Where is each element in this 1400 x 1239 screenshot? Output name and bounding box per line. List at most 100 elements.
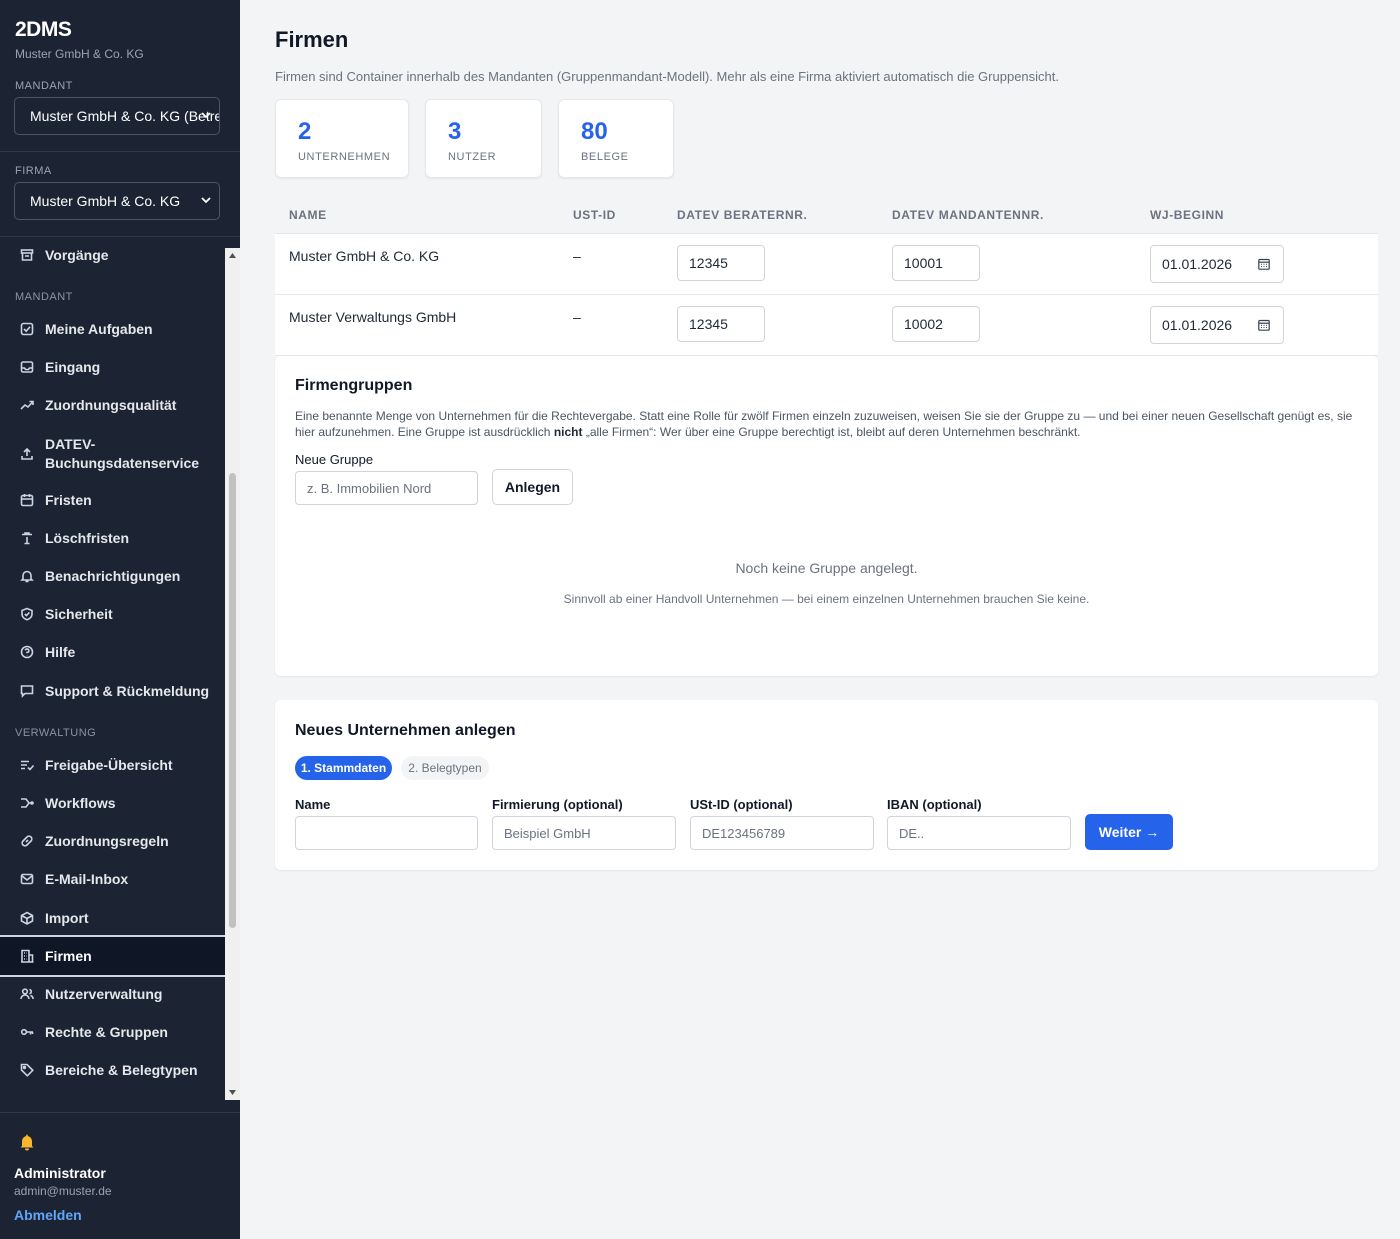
empty-state-title: Noch keine Gruppe angelegt.	[735, 560, 918, 576]
nav-scroll-area: Vorgänge MANDANT Meine Aufgaben Eingang …	[0, 238, 240, 1100]
input-value: 01.01.2026	[1162, 317, 1233, 333]
wj-beginn-date-input[interactable]: 01.01.2026	[1150, 245, 1284, 283]
stat-value: 2	[298, 118, 312, 145]
input-value: 10002	[904, 316, 943, 332]
nav-label: Workflows	[45, 795, 116, 811]
stat-label: NUTZER	[448, 151, 497, 163]
nav-label: Nutzerverwaltung	[45, 986, 163, 1002]
sidebar: 2DMS Muster GmbH & Co. KG MANDANT Muster…	[0, 0, 240, 1239]
nav-item-vorgaenge[interactable]: Vorgänge	[0, 244, 225, 266]
check-square-icon	[20, 322, 34, 336]
mandant-select[interactable]: Muster GmbH & Co. KG (Betre	[14, 97, 220, 135]
new-group-input[interactable]: z. B. Immobilien Nord	[295, 471, 478, 505]
stat-value: 3	[448, 118, 462, 145]
nav-label: Rechte & Gruppen	[45, 1024, 168, 1040]
step-belegtypen[interactable]: 2. Belegtypen	[401, 756, 489, 780]
nav-item-bereiche-belegtypen[interactable]: Bereiche & Belegtypen	[0, 1059, 225, 1081]
nav-label: Hilfe	[45, 644, 76, 660]
ust-id-input[interactable]: DE123456789	[690, 816, 874, 850]
empty-state-subtitle: Sinnvoll ab einer Handvoll Unternehmen —…	[563, 592, 1090, 606]
mail-icon	[20, 872, 34, 886]
bell-icon	[20, 569, 34, 583]
step-stammdaten[interactable]: 1. Stammdaten	[295, 756, 392, 780]
nav-label-line1: DATEV-	[45, 436, 96, 452]
nav-item-datev[interactable]: DATEV- Buchungsdatenservice	[0, 432, 225, 476]
input-value: 10001	[904, 255, 943, 271]
nav-item-email-inbox[interactable]: E-Mail-Inbox	[0, 868, 225, 890]
mandant-label: MANDANT	[15, 80, 73, 92]
nav-item-loeschfristen[interactable]: Löschfristen	[0, 527, 225, 549]
firmierung-label: Firmierung (optional)	[492, 797, 623, 812]
nav-item-workflows[interactable]: Workflows	[0, 792, 225, 814]
input-value: 12345	[689, 316, 728, 332]
create-group-button[interactable]: Anlegen	[492, 469, 573, 505]
nav-item-firmen[interactable]: Firmen	[0, 935, 225, 977]
calendar-icon[interactable]	[1258, 258, 1270, 270]
nav-item-freigabe-uebersicht[interactable]: Freigabe-Übersicht	[0, 754, 225, 776]
brand-logo: 2DMS	[15, 18, 72, 41]
iban-input[interactable]: DE..	[887, 816, 1071, 850]
ust-id-label: USt-ID (optional)	[690, 797, 793, 812]
link-icon	[20, 834, 34, 848]
firma-select-value: Muster GmbH & Co. KG	[30, 193, 181, 209]
input-placeholder: Beispiel GmbH	[504, 825, 591, 841]
beraternr-input[interactable]: 12345	[677, 245, 765, 281]
nav-item-rechte-gruppen[interactable]: Rechte & Gruppen	[0, 1021, 225, 1043]
logout-link[interactable]: Abmelden	[14, 1207, 82, 1223]
desc-text: „alle Firmen“: Wer über eine Gruppe bere…	[582, 425, 1081, 439]
company-name: Muster Verwaltungs GmbH	[289, 309, 457, 325]
nav-item-nutzerverwaltung[interactable]: Nutzerverwaltung	[0, 983, 225, 1005]
nav-item-import[interactable]: Import	[0, 907, 225, 929]
mandantennr-input[interactable]: 10002	[892, 306, 980, 342]
firmierung-input[interactable]: Beispiel GmbH	[492, 816, 676, 850]
name-input[interactable]	[295, 816, 478, 850]
new-group-label: Neue Gruppe	[295, 452, 374, 467]
nav-label: Zuordnungsregeln	[45, 833, 169, 849]
new-company-card: Neues Unternehmen anlegen 1. Stammdaten …	[275, 700, 1378, 870]
nav-label: Freigabe-Übersicht	[45, 757, 173, 773]
divider	[0, 236, 240, 237]
scroll-up-icon[interactable]	[228, 251, 237, 260]
nav-item-meine-aufgaben[interactable]: Meine Aufgaben	[0, 318, 225, 340]
nav-item-eingang[interactable]: Eingang	[0, 356, 225, 378]
nav-item-hilfe[interactable]: Hilfe	[0, 641, 225, 663]
shield-icon	[20, 607, 34, 621]
nav-label: Löschfristen	[45, 530, 130, 546]
firma-select[interactable]: Muster GmbH & Co. KG	[14, 182, 220, 220]
column-header-name: NAME	[289, 208, 327, 222]
nav-label: Support & Rückmeldung	[45, 683, 210, 699]
calendar-icon[interactable]	[1258, 319, 1270, 331]
next-button[interactable]: Weiter →	[1085, 814, 1173, 850]
company-groups-card: Firmengruppen Eine benannte Menge von Un…	[275, 356, 1378, 676]
nav-label: Import	[45, 910, 89, 926]
nav-item-zuordnungsregeln[interactable]: Zuordnungsregeln	[0, 830, 225, 852]
mandant-select-value: Muster GmbH & Co. KG (Betre	[30, 108, 220, 124]
package-icon	[20, 911, 34, 925]
wj-beginn-date-input[interactable]: 01.01.2026	[1150, 306, 1284, 344]
section-verwaltung: VERWALTUNG	[15, 727, 97, 739]
mandantennr-input[interactable]: 10001	[892, 245, 980, 281]
nav-label: Meine Aufgaben	[45, 321, 153, 337]
calendar-icon	[20, 493, 34, 507]
nav-label: Eingang	[45, 359, 101, 375]
iban-label: IBAN (optional)	[887, 797, 982, 812]
nav-item-zuordnungsqualitaet[interactable]: Zuordnungsqualität	[0, 394, 225, 416]
nav-item-fristen[interactable]: Fristen	[0, 489, 225, 511]
upload-icon	[20, 447, 34, 461]
nav-item-benachrichtigungen[interactable]: Benachrichtigungen	[0, 565, 225, 587]
notification-bell-icon[interactable]	[18, 1133, 36, 1151]
beraternr-input[interactable]: 12345	[677, 306, 765, 342]
trash-icon	[20, 531, 34, 545]
sidebar-scrollbar-thumb[interactable]	[229, 473, 236, 928]
page-description: Firmen sind Container innerhalb des Mand…	[275, 69, 1059, 84]
page-title: Firmen	[275, 27, 349, 52]
nav-item-support[interactable]: Support & Rückmeldung	[0, 680, 225, 702]
nav-item-sicherheit[interactable]: Sicherheit	[0, 603, 225, 625]
message-icon	[20, 684, 34, 698]
input-placeholder: z. B. Immobilien Nord	[307, 480, 432, 496]
nav-label: Sicherheit	[45, 606, 113, 622]
nav-label: Benachrichtigungen	[45, 568, 181, 584]
table-row: Muster Verwaltungs GmbH – 12345 10002 01…	[275, 295, 1378, 356]
scroll-down-icon[interactable]	[228, 1088, 237, 1097]
user-name: Administrator	[14, 1165, 106, 1181]
